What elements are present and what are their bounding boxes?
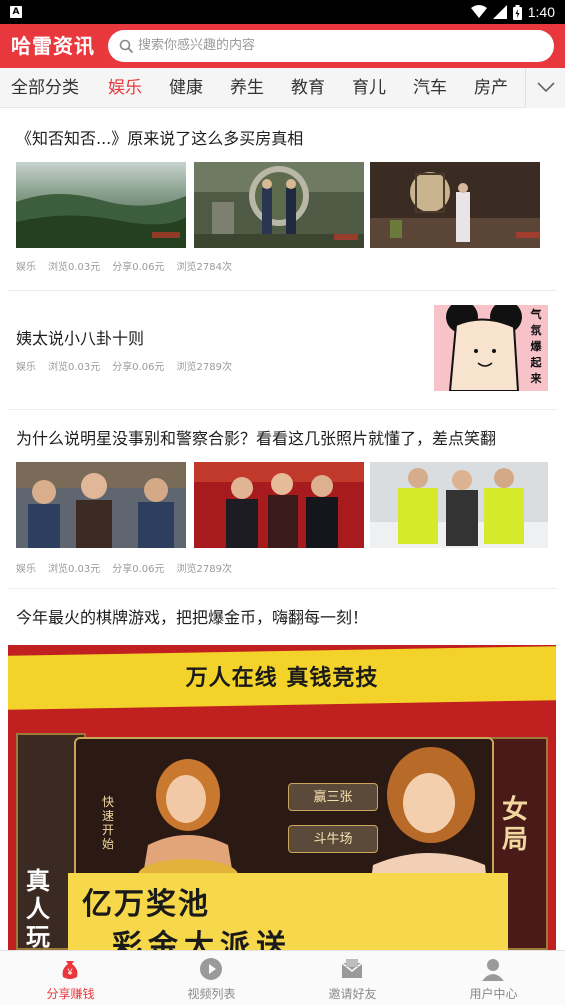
news-item[interactable]: 《知否知否...》原来说了这么多买房真相 娱乐 浏览0.03元 分享0.06元 …	[0, 108, 565, 290]
thumb-char: 气	[530, 308, 542, 321]
ad-banner[interactable]: 万人在线 真钱竞技 真人玩 女局 赢三张 斗牛场 快速开始 亿万奖池 彩金大派送	[8, 645, 556, 950]
news-meta: 娱乐 浏览0.03元 分享0.06元 浏览2789次	[16, 358, 244, 373]
share-reward: 分享0.06元	[112, 362, 165, 373]
browse-reward: 浏览0.03元	[48, 362, 101, 373]
ad-title: 今年最火的棋牌游戏，把把爆金币，嗨翻每一刻！	[16, 608, 369, 627]
news-thumbnail	[370, 462, 548, 548]
nav-user-center[interactable]: 用户中心	[423, 951, 564, 1005]
news-thumbnail	[194, 162, 364, 248]
nav-label: 邀请好友	[328, 987, 377, 1001]
wifi-icon	[470, 5, 487, 18]
ad-jackpot-text: 亿万奖池	[82, 887, 210, 922]
thumb-char: 爆	[530, 340, 542, 353]
nav-label: 视频列表	[187, 987, 236, 1001]
news-title: 姨太说小八卦十则	[16, 329, 145, 348]
clock: 1:40	[527, 4, 555, 20]
play-icon	[200, 958, 222, 980]
ad-button-quick-start[interactable]: 快速开始	[98, 795, 118, 851]
ad-side-right-text: 女局	[502, 795, 529, 855]
tab-real-estate[interactable]: 房产	[474, 68, 508, 108]
news-item[interactable]: 姨太说小八卦十则 娱乐 浏览0.03元 分享0.06元 浏览2789次 气 氛 爆 起…	[0, 291, 565, 409]
tab-all-categories[interactable]: 全部分类	[11, 68, 79, 108]
nav-label: 分享赚钱	[46, 987, 95, 1001]
news-feed[interactable]: 《知否知否...》原来说了这么多买房真相 娱乐 浏览0.03元 分享0.06元 …	[0, 108, 565, 950]
tab-parenting[interactable]: 育儿	[352, 68, 386, 108]
svg-text:¥: ¥	[66, 967, 73, 977]
tab-health[interactable]: 健康	[169, 68, 203, 108]
battery-icon	[512, 4, 522, 20]
thumb-char: 来	[530, 372, 542, 385]
user-icon	[482, 959, 504, 981]
signal-icon	[492, 5, 507, 19]
news-title: 为什么说明星没事别和警察合影？看看这几张照片就懂了，差点笑翻	[16, 429, 497, 448]
share-reward: 分享0.06元	[112, 564, 165, 575]
nav-label: 用户中心	[469, 987, 518, 1001]
news-meta: 娱乐 浏览0.03元 分享0.06元 浏览2784次	[16, 258, 244, 273]
nav-video-list[interactable]: 视频列表	[141, 951, 282, 1005]
view-count: 浏览2789次	[176, 362, 232, 373]
status-bar: A 1:40	[0, 0, 565, 24]
ad-item[interactable]: 今年最火的棋牌游戏，把把爆金币，嗨翻每一刻！ 万人在线 真钱竞技 真人玩 女局	[0, 589, 565, 950]
news-item[interactable]: 为什么说明星没事别和警察合影？看看这几张照片就懂了，差点笑翻 娱乐 浏览0.03…	[0, 410, 565, 588]
tab-education[interactable]: 教育	[291, 68, 325, 108]
android-icon: A	[10, 6, 22, 18]
news-thumbnail	[370, 162, 540, 248]
tab-cars[interactable]: 汽车	[413, 68, 447, 108]
ad-jackpot-subtext: 彩金大派送	[112, 929, 292, 950]
ad-button-three-cards[interactable]: 赢三张	[288, 783, 378, 811]
news-category: 娱乐	[16, 564, 36, 575]
ad-button-niu[interactable]: 斗牛场	[288, 825, 378, 853]
news-thumbnail-cartoon: 气 氛 爆 起 来	[434, 305, 548, 391]
browse-reward: 浏览0.03元	[48, 262, 101, 273]
search-placeholder: 搜索你感兴趣的内容	[138, 38, 256, 53]
browse-reward: 浏览0.03元	[48, 564, 101, 575]
ad-side-left-text: 真人玩	[26, 867, 50, 950]
bottom-nav: ¥ 分享赚钱 视频列表 邀请好友 用户中心	[0, 950, 565, 1005]
news-category: 娱乐	[16, 262, 36, 273]
money-bag-icon: ¥	[62, 961, 78, 979]
search-input[interactable]: 搜索你感兴趣的内容	[108, 30, 554, 62]
news-thumbnail	[16, 462, 186, 548]
tab-entertainment[interactable]: 娱乐	[108, 68, 142, 108]
view-count: 浏览2789次	[176, 564, 232, 575]
news-thumbnail	[194, 462, 364, 548]
system-icons: 1:40	[470, 0, 555, 24]
app-header: 哈雷资讯 搜索你感兴趣的内容	[0, 24, 565, 68]
share-reward: 分享0.06元	[112, 262, 165, 273]
search-icon	[119, 39, 133, 53]
mail-icon	[341, 959, 363, 978]
ad-headline: 万人在线 真钱竞技	[185, 666, 379, 691]
news-title: 《知否知否...》原来说了这么多买房真相	[16, 129, 304, 148]
thumb-char: 起	[530, 356, 542, 369]
news-meta: 娱乐 浏览0.03元 分享0.06元 浏览2789次	[16, 560, 244, 575]
view-count: 浏览2784次	[176, 262, 232, 273]
chevron-down-icon	[537, 82, 555, 93]
nav-invite-friends[interactable]: 邀请好友	[282, 951, 423, 1005]
more-categories-button[interactable]	[525, 68, 565, 108]
tab-wellness[interactable]: 养生	[230, 68, 264, 108]
app-logo: 哈雷资讯	[11, 34, 95, 58]
category-tabs: 全部分类 娱乐 健康 养生 教育 育儿 汽车 房产	[0, 68, 565, 108]
news-thumbnail	[16, 162, 186, 248]
news-category: 娱乐	[16, 362, 36, 373]
nav-share-earn[interactable]: ¥ 分享赚钱	[0, 951, 141, 1005]
thumb-char: 氛	[530, 324, 542, 337]
